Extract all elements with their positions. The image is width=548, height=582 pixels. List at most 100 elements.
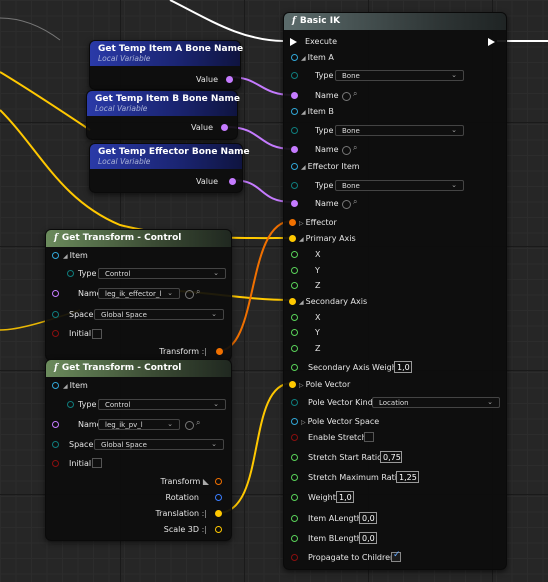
enable-stretch-pin[interactable] [291,434,298,441]
pole-vector-space-pin[interactable] [291,418,298,425]
initial-label: Initial [69,329,92,338]
initial-checkbox[interactable] [92,329,102,339]
item-b-type-pin[interactable] [291,127,298,134]
item-b-pin[interactable] [291,108,298,115]
weight-pin[interactable] [291,494,298,501]
value-pin[interactable] [229,178,236,185]
node-get-transform-1[interactable]: f Get Transform - Control ◢ Item Type Cont… [45,229,232,361]
primary-axis-pin[interactable] [289,235,296,242]
effector-item-pin[interactable] [291,163,298,170]
translation-label: Translation [155,509,200,518]
secondary-x-pin[interactable] [291,314,298,321]
node-temp-effector[interactable]: Get Temp Effector Bone Name Local Variab… [89,143,250,193]
expand-icon: :| [201,525,207,534]
initial-pin[interactable] [52,330,59,337]
item-a-name-pin[interactable] [291,92,298,99]
pole-vector-kind-dropdown[interactable]: Location ⌄ [372,397,500,408]
pole-vector-pin[interactable] [289,381,296,388]
item-b-type-value: Bone [342,127,360,135]
primary-y-pin[interactable] [291,267,298,274]
search-icon[interactable]: ⌕ [353,89,357,99]
enable-stretch-checkbox[interactable] [364,432,374,442]
space-value: Global Space [101,441,147,449]
item-a-type-dropdown[interactable]: Bone ⌄ [335,70,464,81]
pole-vector-kind-pin[interactable] [291,399,298,406]
type-dropdown[interactable]: Control ⌄ [98,399,226,410]
secondary-axis-weight-input[interactable]: 1,0 [394,361,412,373]
browse-icon[interactable] [342,92,351,101]
space-pin[interactable] [52,311,59,318]
rotation-pin[interactable] [215,494,222,501]
item-b-length-input[interactable]: 0,0 [359,532,377,544]
item-a-pin[interactable] [291,54,298,61]
node-temp-item-b[interactable]: Get Temp Item B Bone Name Local Variable… [86,90,240,140]
item-a-type-pin[interactable] [291,72,298,79]
transform-pin[interactable] [216,348,223,355]
initial-pin[interactable] [52,460,59,467]
secondary-z-pin[interactable] [291,345,298,352]
weight-input[interactable]: 1,0 [336,491,354,503]
stretch-max-ratio-pin[interactable] [291,474,298,481]
effector-name-pin[interactable] [291,200,298,207]
scale-pin[interactable] [215,526,222,533]
chevron-down-icon: ⌄ [211,440,217,448]
secondary-axis-pin[interactable] [289,298,296,305]
type-pin[interactable] [67,401,74,408]
primary-x-pin[interactable] [291,251,298,258]
value-pin[interactable] [226,76,233,83]
item-b-type-dropdown[interactable]: Bone ⌄ [335,125,464,136]
translation-row: Translation :| [155,507,207,521]
browse-icon[interactable] [342,200,351,209]
space-dropdown[interactable]: Global Space ⌄ [94,309,224,320]
search-icon[interactable]: ⌕ [196,287,200,297]
name-pin[interactable] [52,290,59,297]
primary-z-pin[interactable] [291,282,298,289]
search-icon[interactable]: ⌕ [353,197,357,207]
effector-type-pin[interactable] [291,182,298,189]
exec-out-pin[interactable] [488,38,495,46]
name-pin[interactable] [52,421,59,428]
propagate-pin[interactable] [291,554,298,561]
search-icon[interactable]: ⌕ [353,143,357,153]
node-title: Get Temp Effector Bone Name [98,147,250,157]
browse-icon[interactable] [342,146,351,155]
browse-icon[interactable] [185,290,194,299]
stretch-start-ratio-pin[interactable] [291,454,298,461]
search-icon[interactable]: ⌕ [196,418,200,428]
exec-in-pin[interactable] [290,38,297,46]
secondary-axis-weight-pin[interactable] [291,364,298,371]
item-b-name-pin[interactable] [291,146,298,153]
type-value: Control [105,401,131,409]
secondary-y-pin[interactable] [291,329,298,336]
name-field[interactable]: leg_ik_effector_l ⌄ [98,288,180,299]
initial-checkbox[interactable] [92,458,102,468]
item-a-length-input[interactable]: 0,0 [359,512,377,524]
node-basic-ik[interactable]: f Basic IK Execute ◢ Item A Type Bone ⌄ Nam… [283,12,507,570]
type-dropdown[interactable]: Control ⌄ [98,268,226,279]
type-pin[interactable] [67,270,74,277]
space-dropdown[interactable]: Global Space ⌄ [94,439,224,450]
node-get-transform-2[interactable]: f Get Transform - Control ◢ Item Type Cont… [45,359,232,541]
effector-type-dropdown[interactable]: Bone ⌄ [335,180,464,191]
value-pin[interactable] [221,124,228,131]
item-a-length-pin[interactable] [291,515,298,522]
stretch-max-ratio-input[interactable]: 1,25 [396,471,419,483]
rotation-label: Rotation [165,493,199,502]
transform-pin[interactable] [215,478,222,485]
transform-row: Transform :| [159,345,207,359]
name-field[interactable]: leg_ik_pv_l ⌄ [98,419,180,430]
item-pin[interactable] [52,382,59,389]
primary-x-label: X [315,250,321,259]
stretch-start-ratio-label: Stretch Start Ratio [308,453,383,462]
effector-pin[interactable] [289,219,296,226]
translation-pin[interactable] [215,510,222,517]
expand-icon: ◣ [202,477,209,486]
stretch-start-ratio-input[interactable]: 0,75 [380,451,402,463]
space-pin[interactable] [52,441,59,448]
node-temp-item-a[interactable]: Get Temp Item A Bone Name Local Variable… [89,40,243,90]
browse-icon[interactable] [185,421,194,430]
propagate-checkbox[interactable] [391,550,401,562]
item-pin[interactable] [52,252,59,259]
item-b-length-pin[interactable] [291,535,298,542]
node-header: Get Temp Item A Bone Name Local Variable [90,41,243,66]
